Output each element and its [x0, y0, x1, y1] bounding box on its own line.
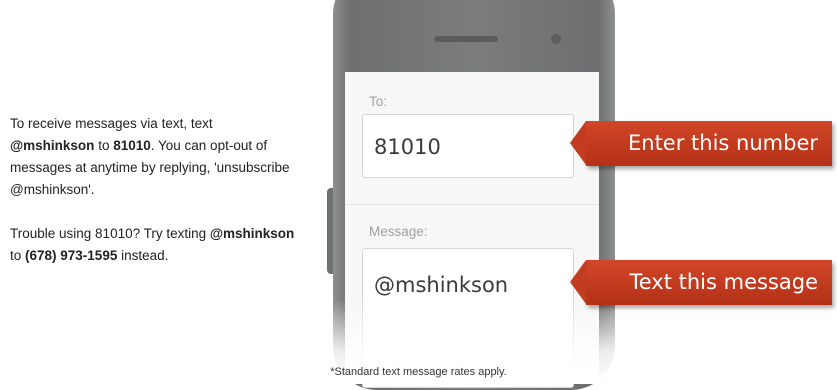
callout-arrow: [570, 260, 586, 304]
instructions-text: To receive messages via text, text @mshi…: [10, 113, 295, 267]
phone-camera: [551, 34, 561, 44]
callout-text-message: Text this message: [570, 260, 832, 305]
screen-divider: [345, 204, 599, 205]
instructions-paragraph-alternate: Trouble using 81010? Try texting @mshink…: [10, 223, 295, 267]
message-label: Message:: [369, 224, 428, 239]
callout-label: Text this message: [629, 270, 818, 294]
handle-text: @mshinkson: [209, 226, 295, 241]
phone-speaker: [434, 36, 498, 42]
shortcode-text: 81010: [113, 138, 151, 153]
text-span: Trouble using 81010? Try texting: [10, 226, 210, 241]
text-span: to: [94, 138, 114, 153]
callout-enter-number: Enter this number: [570, 121, 832, 166]
text-span: instead.: [117, 248, 169, 263]
handle-text: @mshinkson: [10, 138, 95, 153]
phone-number-text: (678) 973-1595: [25, 248, 118, 263]
to-field: 81010: [362, 114, 574, 178]
text-span: To receive messages via text, text: [10, 116, 213, 131]
instructions-paragraph-optin: To receive messages via text, text @mshi…: [10, 113, 295, 201]
text-span: to: [10, 248, 26, 263]
callout-arrow: [570, 121, 586, 165]
to-label: To:: [369, 94, 388, 109]
rates-footnote: *Standard text message rates apply.: [330, 366, 507, 378]
callout-label: Enter this number: [628, 131, 818, 155]
